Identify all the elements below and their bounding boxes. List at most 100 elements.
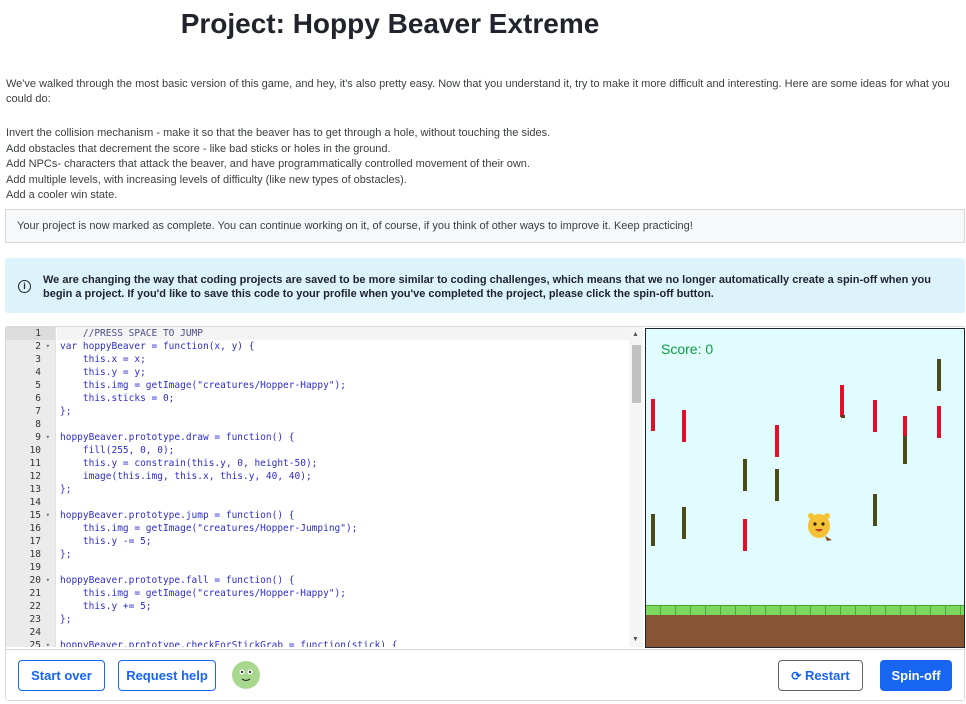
fold-toggle-icon[interactable]: ▾	[46, 639, 50, 647]
start-over-button[interactable]: Start over	[18, 660, 105, 691]
page-title: Project: Hoppy Beaver Extreme	[180, 8, 600, 39]
stick	[775, 469, 779, 501]
line-number-text: 8	[35, 419, 41, 430]
stick	[937, 406, 941, 438]
line-number-text: 13	[29, 484, 41, 495]
fold-toggle-icon[interactable]: ▾	[46, 509, 50, 522]
ideas-list: Invert the collision mechanism - make it…	[6, 126, 961, 204]
fold-toggle-icon[interactable]: ▾	[46, 574, 50, 587]
line-number-text: 19	[29, 562, 41, 573]
line-number: 13	[6, 483, 55, 496]
line-number: 3	[6, 353, 55, 366]
line-number: 9 ▾	[6, 431, 55, 444]
idea-item: Add a cooler win state.	[6, 189, 118, 201]
code-line[interactable]: this.img = getImage("creatures/Hopper-Ha…	[57, 587, 629, 600]
code-line[interactable]: this.y += 5;	[57, 600, 629, 613]
code-line[interactable]	[57, 561, 629, 574]
stick	[903, 416, 907, 436]
code-line[interactable]: hoppyBeaver.prototype.fall = function() …	[57, 574, 629, 587]
code-line[interactable]	[57, 496, 629, 509]
line-number-text: 14	[29, 497, 41, 508]
editor-toolbar: Start over Request help ⟳ Restart Spin-o…	[6, 649, 964, 700]
refresh-icon: ⟳	[791, 669, 802, 683]
code-line[interactable]: //PRESS SPACE TO JUMP	[57, 327, 629, 340]
stick	[775, 425, 779, 457]
stick	[651, 399, 655, 431]
code-line[interactable]: };	[57, 548, 629, 561]
code-line[interactable]: fill(255, 0, 0);	[57, 444, 629, 457]
stick	[903, 436, 907, 464]
code-line[interactable]: this.y = y;	[57, 366, 629, 379]
stick	[873, 400, 877, 432]
line-number: 25 ▾	[6, 639, 55, 647]
stick	[873, 494, 877, 526]
spin-off-button[interactable]: Spin-off	[880, 660, 952, 691]
line-number: 24	[6, 626, 55, 639]
line-number: 20 ▾	[6, 574, 55, 587]
code-line[interactable]	[57, 418, 629, 431]
line-number: 23	[6, 613, 55, 626]
line-number-text: 15	[29, 510, 41, 521]
code-line[interactable]: };	[57, 613, 629, 626]
code-line[interactable]: this.x = x;	[57, 353, 629, 366]
line-number: 18	[6, 548, 55, 561]
avatar[interactable]	[231, 660, 261, 690]
restart-button[interactable]: ⟳ Restart	[778, 660, 863, 691]
line-number-text: 23	[29, 614, 41, 625]
code-line[interactable]	[57, 626, 629, 639]
line-number-text: 20	[29, 575, 41, 586]
line-number-text: 3	[35, 354, 41, 365]
scroll-up-icon[interactable]: ▲	[632, 331, 639, 338]
code-line[interactable]: this.sticks = 0;	[57, 392, 629, 405]
line-number-text: 16	[29, 523, 41, 534]
intro-text: We've walked through the most basic vers…	[6, 78, 950, 105]
restart-button-label: Restart	[804, 668, 850, 683]
program-output-canvas[interactable]: Score: 0	[645, 328, 965, 648]
line-number-text: 24	[29, 627, 41, 638]
code-line[interactable]: this.img = getImage("creatures/Hopper-Ha…	[57, 379, 629, 392]
code-line[interactable]: hoppyBeaver.prototype.checkForStickGrab …	[57, 639, 629, 647]
line-number-text: 22	[29, 601, 41, 612]
line-number: 8	[6, 418, 55, 431]
code-line[interactable]: };	[57, 405, 629, 418]
line-number: 2 ▾	[6, 340, 55, 353]
line-number: 19	[6, 561, 55, 574]
code-line[interactable]: var hoppyBeaver = function(x, y) {	[57, 340, 629, 353]
line-number: 15 ▾	[6, 509, 55, 522]
stick	[937, 359, 941, 391]
line-number-text: 21	[29, 588, 41, 599]
scroll-down-icon[interactable]: ▼	[632, 636, 639, 643]
line-number: 17	[6, 535, 55, 548]
line-number: 6	[6, 392, 55, 405]
info-banner-text: We are changing the way that coding proj…	[43, 274, 931, 300]
ground-dirt	[646, 615, 964, 647]
fold-toggle-icon[interactable]: ▾	[46, 431, 50, 444]
request-help-button[interactable]: Request help	[118, 660, 216, 691]
line-number-text: 5	[35, 380, 41, 391]
scrollbar-thumb[interactable]	[632, 345, 641, 403]
code-line[interactable]: this.img = getImage("creatures/Hopper-Ju…	[57, 522, 629, 535]
code-editor[interactable]: //PRESS SPACE TO JUMP var hoppyBeaver = f…	[57, 327, 629, 647]
line-number: 4	[6, 366, 55, 379]
line-number: 5	[6, 379, 55, 392]
idea-item: Add NPCs- characters that attack the bea…	[6, 158, 530, 170]
stick	[682, 410, 686, 442]
editor-scrollbar[interactable]: ▲ ▼	[629, 327, 643, 647]
line-number-text: 17	[29, 536, 41, 547]
code-line[interactable]: hoppyBeaver.prototype.jump = function() …	[57, 509, 629, 522]
code-line[interactable]: this.y = constrain(this.y, 0, height-50)…	[57, 457, 629, 470]
code-line[interactable]: image(this.img, this.x, this.y, 40, 40);	[57, 470, 629, 483]
idea-item: Add multiple levels, with increasing lev…	[6, 173, 407, 186]
line-number-text: 10	[29, 445, 41, 456]
fold-toggle-icon[interactable]: ▾	[46, 340, 50, 353]
code-line[interactable]: this.y -= 5;	[57, 535, 629, 548]
score-label: Score: 0	[661, 341, 714, 357]
stick	[743, 519, 747, 551]
stick	[743, 459, 747, 491]
line-number-text: 25	[29, 640, 41, 647]
line-number-text: 2	[35, 341, 41, 352]
code-line[interactable]: hoppyBeaver.prototype.draw = function() …	[57, 431, 629, 444]
code-line[interactable]: };	[57, 483, 629, 496]
project-editor: 1 2 ▾ 3 4 5 6 7 8 9 ▾ 10 11 12 13 14 15 ▾ 16 17 18 19 20 ▾ 21 22 2…	[5, 326, 965, 701]
line-number: 14	[6, 496, 55, 509]
